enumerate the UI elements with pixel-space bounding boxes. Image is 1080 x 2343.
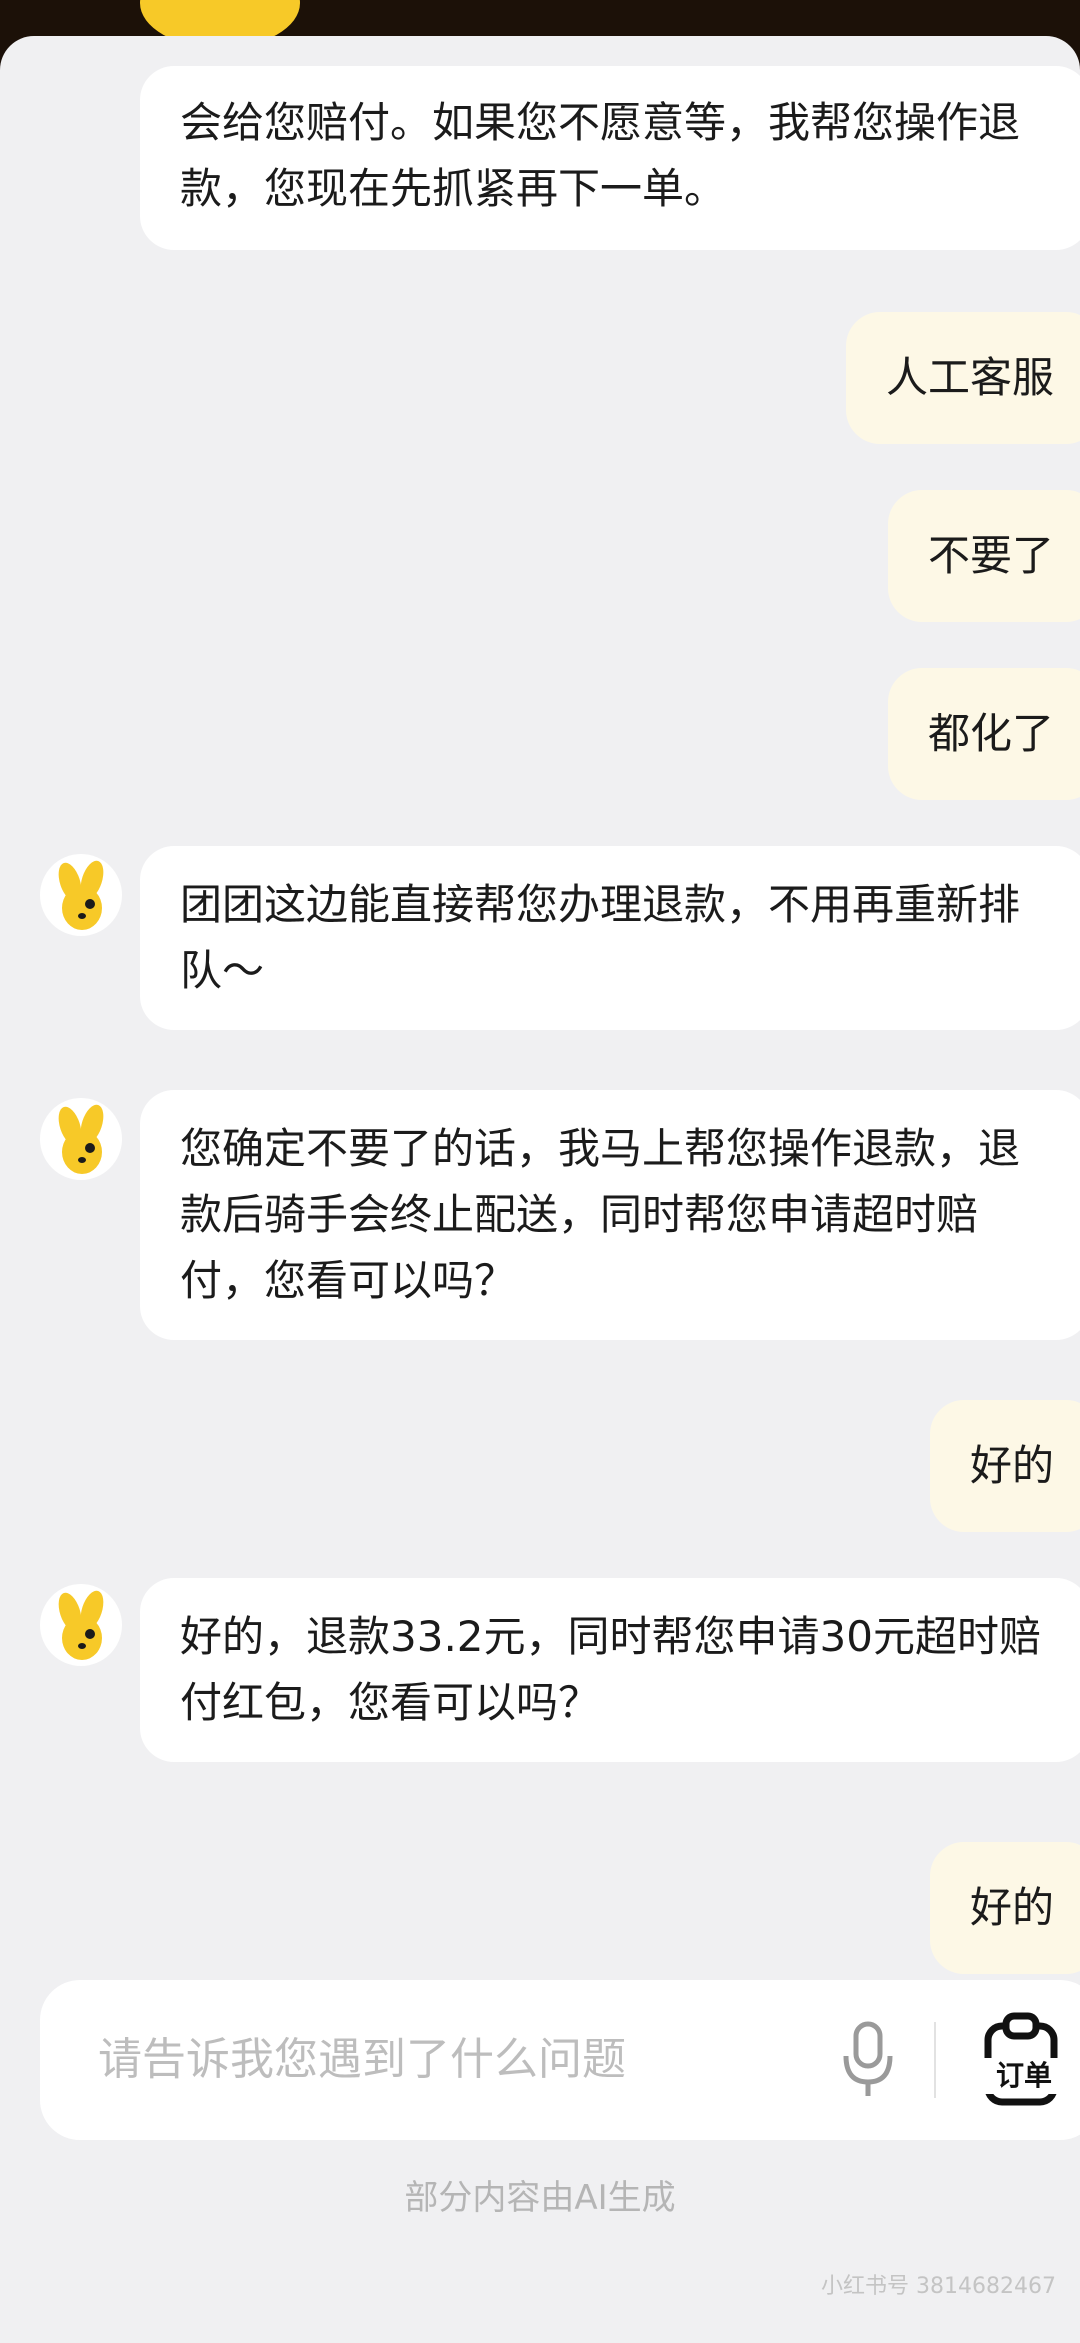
bot-avatar[interactable]	[40, 1098, 122, 1180]
mascot-icon	[58, 1590, 104, 1660]
user-message-text: 好的	[969, 1441, 1054, 1490]
user-message: 不要了	[887, 490, 1080, 622]
order-button-label: 订单	[976, 2058, 1072, 2094]
user-message: 好的	[929, 1842, 1080, 1974]
user-message: 好的	[929, 1400, 1080, 1532]
watermark: 小红书号 3814682467	[821, 2274, 1056, 2299]
message-input-placeholder[interactable]: 请告诉我您遇到了什么问题	[98, 2026, 626, 2094]
input-divider	[934, 2022, 936, 2098]
microphone-icon[interactable]	[840, 2016, 896, 2106]
bot-message-text: 会给您赔付。如果您不愿意等，我帮您操作退款，您现在先抓紧再下一单。	[180, 98, 1021, 213]
bot-message-text: 团团这边能直接帮您办理退款，不用再重新排队～	[180, 880, 1021, 995]
mascot-icon	[58, 1104, 104, 1174]
user-message-text: 不要了	[927, 531, 1054, 580]
bot-message: 您确定不要了的话，我马上帮您操作退款，退款后骑手会终止配送，同时帮您申请超时赔付…	[140, 1090, 1080, 1340]
user-message-text: 都化了	[927, 709, 1054, 758]
ai-generated-note: 部分内容由AI生成	[404, 2178, 676, 2218]
bot-avatar[interactable]	[40, 1584, 122, 1666]
user-message: 人工客服	[845, 312, 1080, 444]
user-message-text: 好的	[969, 1883, 1054, 1932]
chat-sheet: 会给您赔付。如果您不愿意等，我帮您操作退款，您现在先抓紧再下一单。 人工客服 不…	[0, 36, 1080, 2343]
bot-avatar[interactable]	[40, 854, 122, 936]
bot-message: 好的，退款33.2元，同时帮您申请30元超时赔付红包，您看可以吗？	[140, 1578, 1080, 1762]
bot-message-text: 好的，退款33.2元，同时帮您申请30元超时赔付红包，您看可以吗？	[180, 1612, 1041, 1727]
user-message-text: 人工客服	[885, 353, 1054, 402]
message-input-bar[interactable]: 请告诉我您遇到了什么问题 订单	[40, 1980, 1080, 2140]
mascot-icon	[58, 860, 104, 930]
order-button[interactable]: 订单	[976, 2012, 1072, 2112]
bot-message-text: 您确定不要了的话，我马上帮您操作退款，退款后骑手会终止配送，同时帮您申请超时赔付…	[180, 1124, 1021, 1305]
bot-message: 团团这边能直接帮您办理退款，不用再重新排队～	[140, 846, 1080, 1030]
bot-message: 会给您赔付。如果您不愿意等，我帮您操作退款，您现在先抓紧再下一单。	[140, 66, 1080, 250]
user-message: 都化了	[887, 668, 1080, 800]
